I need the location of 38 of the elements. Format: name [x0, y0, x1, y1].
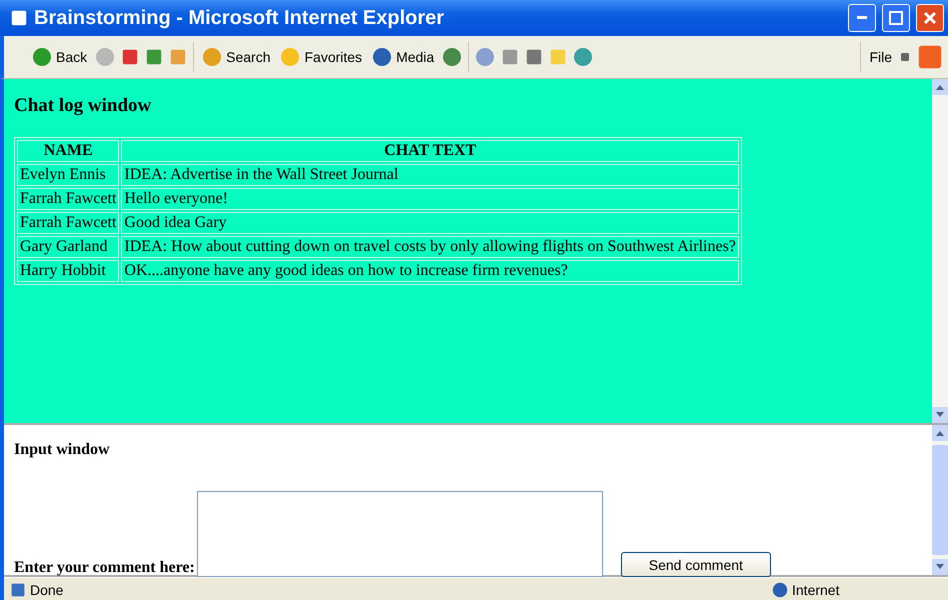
window-title: Brainstorming - Microsoft Internet Explorer: [34, 6, 446, 30]
name-cell: Evelyn Ennis: [17, 164, 120, 186]
minimize-icon: [857, 16, 867, 20]
input-heading: Input window: [14, 441, 111, 459]
comment-label: Enter your comment here:: [14, 559, 195, 577]
name-cell: Harry Hobbit: [17, 260, 120, 282]
name-cell: Gary Garland: [17, 236, 120, 258]
chat-text-cell: IDEA: How about cutting down on travel costs by only allowing flights on Southwest Airlines?: [121, 236, 739, 258]
scroll-thumb[interactable]: [932, 445, 948, 555]
scroll-down-icon[interactable]: [932, 407, 948, 423]
close-button[interactable]: [916, 4, 944, 32]
minimize-button[interactable]: [848, 4, 876, 32]
scrollbar[interactable]: [932, 79, 948, 423]
search-button[interactable]: Search: [200, 45, 272, 69]
name-cell: Farrah Fawcett: [17, 188, 120, 210]
chat-text-cell: IDEA: Advertise in the Wall Street Journal: [121, 164, 739, 186]
chat-text-cell: OK....anyone have any good ideas on how to increase firm revenues?: [121, 260, 739, 282]
favorites-button[interactable]: Favorites: [278, 45, 364, 69]
maximize-button[interactable]: [882, 4, 910, 32]
name-cell: Farrah Fawcett: [17, 212, 120, 234]
chat-text-cell: Hello everyone!: [121, 188, 739, 210]
scroll-up-icon[interactable]: [932, 425, 948, 441]
status-text: Done: [30, 582, 64, 598]
column-header: CHAT TEXT: [121, 140, 739, 162]
media-button[interactable]: Media: [370, 45, 436, 69]
send-comment-button[interactable]: Send comment: [620, 552, 771, 577]
column-header: NAME: [17, 140, 120, 162]
chat-heading: Chat log window: [14, 95, 152, 117]
scroll-down-icon[interactable]: [932, 559, 948, 575]
chat-text-cell: Good idea Gary: [121, 212, 739, 234]
close-icon: [923, 11, 937, 25]
comment-field[interactable]: [196, 491, 603, 577]
file-menu[interactable]: File: [867, 47, 894, 67]
maximize-icon: [889, 11, 903, 25]
scroll-up-icon[interactable]: [932, 79, 948, 95]
scrollbar[interactable]: [932, 425, 948, 575]
zone-text: Internet: [792, 582, 840, 598]
back-button[interactable]: Back: [30, 45, 90, 69]
